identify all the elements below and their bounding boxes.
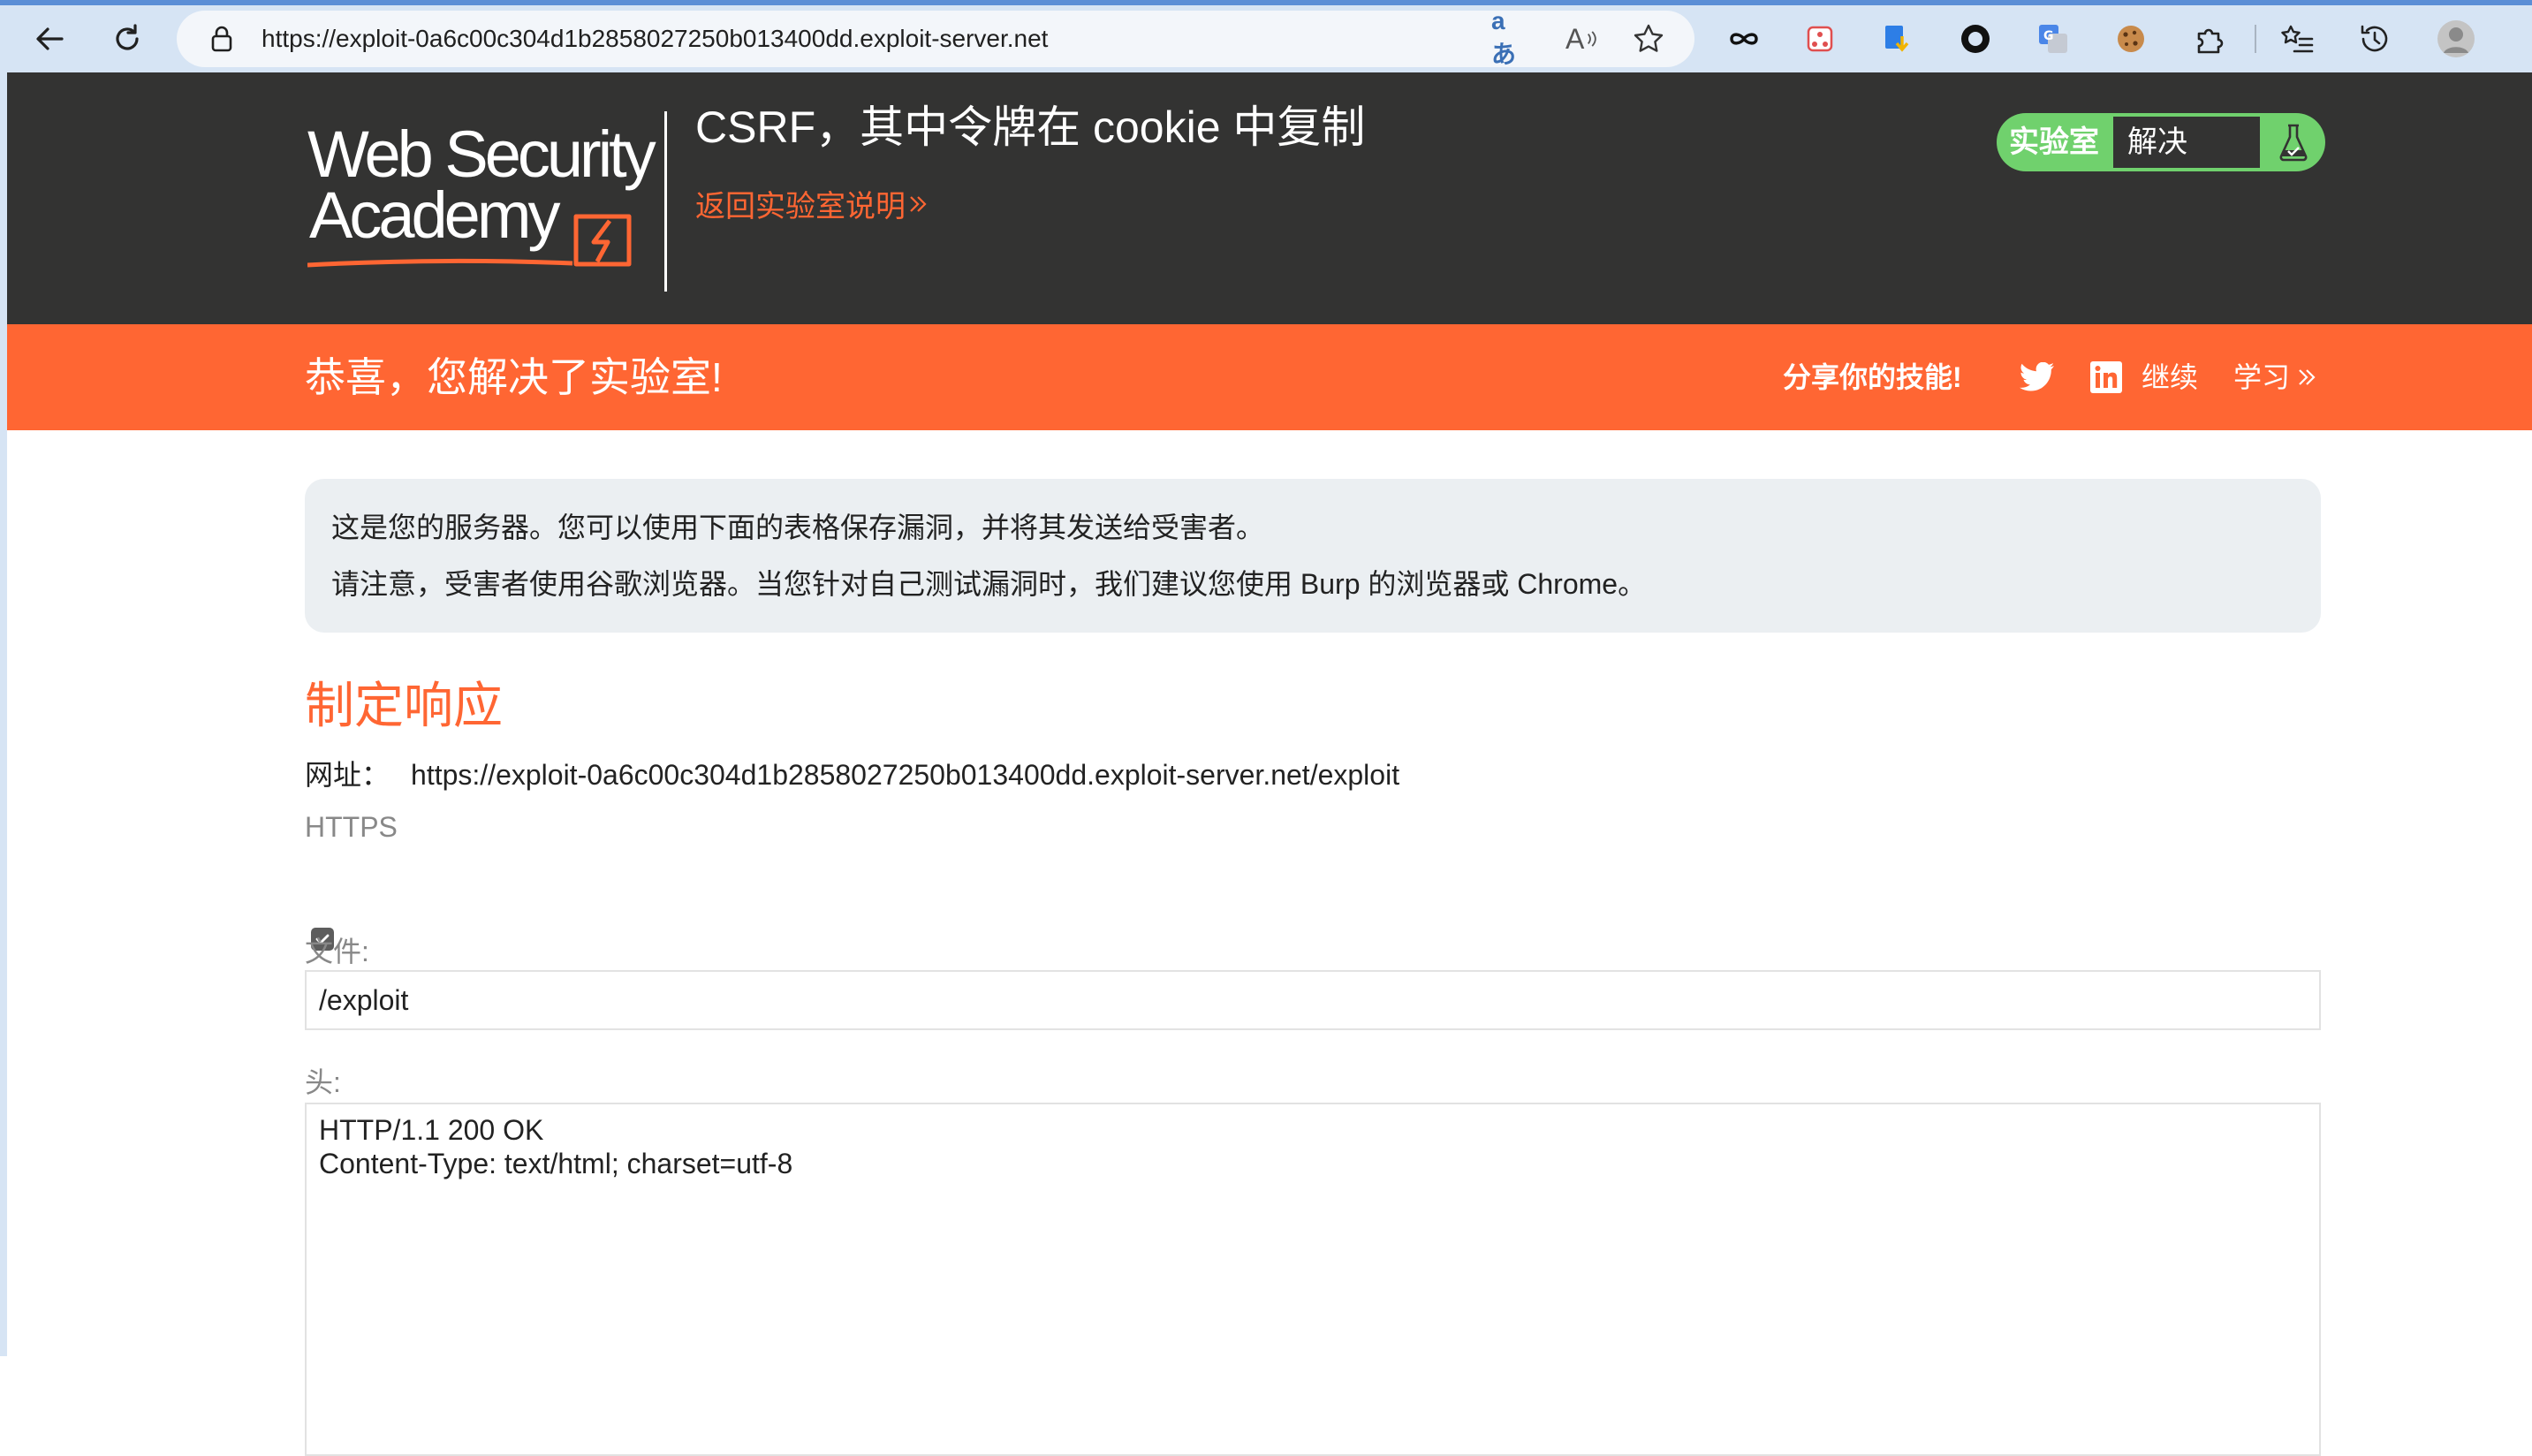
history-icon[interactable] xyxy=(2355,19,2394,58)
extensions-puzzle-icon[interactable] xyxy=(2189,19,2228,58)
cookie-editor-icon[interactable] xyxy=(2111,19,2150,58)
translate-icon[interactable]: aあ xyxy=(1491,7,1523,68)
linkedin-icon[interactable] xyxy=(2089,360,2124,395)
server-info-box: 这是您的服务器。您可以使用下面的表格保存漏洞，并将其发送给受害者。 请注意，受害… xyxy=(305,479,2321,633)
browser-toolbar: https://exploit-0a6c00c304d1b2858027250b… xyxy=(0,0,2532,78)
file-path-input[interactable]: /exploit xyxy=(305,970,2321,1030)
lab-status-badge: 实验室 解决 xyxy=(1997,113,2325,171)
address-url[interactable]: https://exploit-0a6c00c304d1b2858027250b… xyxy=(262,11,1048,67)
site-info-icon[interactable] xyxy=(208,25,235,57)
lab-status-label: 实验室 xyxy=(2009,125,2099,159)
web-security-academy-logo[interactable]: Web Security Academy xyxy=(307,108,670,311)
lab-title: CSRF，其中令牌在 cookie 中复制 xyxy=(695,102,1366,152)
page-viewport: Web Security Academy CSRF，其中令牌在 cookie 中… xyxy=(7,72,2532,1456)
flask-icon xyxy=(2265,113,2322,171)
infinity-extension-icon[interactable] xyxy=(1725,19,1763,58)
address-bar[interactable]: https://exploit-0a6c00c304d1b2858027250b… xyxy=(177,7,1694,68)
info-line-1: 这是您的服务器。您可以使用下面的表格保存漏洞，并将其发送给受害者。 xyxy=(331,512,1265,543)
lab-header: Web Security Academy CSRF，其中令牌在 cookie 中… xyxy=(7,72,2532,324)
sound-wave-icon xyxy=(1588,31,1597,47)
record-extension-icon[interactable] xyxy=(1956,19,1995,58)
window-accent-line xyxy=(0,0,2532,5)
congratulations-banner: 恭喜，您解决了实验室! 分享你的技能! 继续 学习 xyxy=(7,324,2532,430)
toolbar-separator xyxy=(2255,25,2256,53)
refresh-icon xyxy=(116,24,139,50)
double-chevron-right-icon xyxy=(910,195,927,212)
craft-response-heading: 制定响应 xyxy=(305,678,503,733)
logo-text-line2: Academy xyxy=(309,178,560,252)
twitter-icon[interactable] xyxy=(2020,360,2055,395)
continue-link[interactable]: 继续 xyxy=(2142,324,2198,430)
lab-status-value: 解决 xyxy=(2113,117,2260,168)
org-chart-extension-icon[interactable] xyxy=(1800,19,1839,58)
info-line-2: 请注意，受害者使用谷歌浏览器。当您针对自己测试漏洞时，我们建议您使用 Burp … xyxy=(331,568,1647,600)
favorites-list-icon[interactable] xyxy=(2278,19,2316,58)
back-to-lab-description-link[interactable]: 返回实验室说明 xyxy=(695,182,930,225)
response-head-textarea[interactable]: HTTP/1.1 200 OK Content-Type: text/html;… xyxy=(305,1103,2321,1456)
read-aloud-icon[interactable]: A xyxy=(1565,23,1597,55)
learn-link-label: 学习 xyxy=(2233,361,2291,393)
arrow-left-icon xyxy=(36,27,64,50)
learn-link[interactable]: 学习 xyxy=(2233,324,2320,430)
google-translate-icon[interactable]: G xyxy=(2034,19,2073,58)
share-skills-label: 分享你的技能! xyxy=(1783,361,1962,393)
read-aloud-glyph: A xyxy=(1565,22,1585,55)
congratulations-message: 恭喜，您解决了实验室! xyxy=(305,354,723,400)
back-button[interactable] xyxy=(23,12,76,65)
back-link-label: 返回实验室说明 xyxy=(695,190,906,224)
download-helper-icon[interactable] xyxy=(1878,19,1917,58)
svg-text:G: G xyxy=(2043,29,2054,43)
double-chevron-right-icon xyxy=(2299,369,2316,385)
head-label: 头: xyxy=(305,1066,341,1098)
refresh-button[interactable] xyxy=(101,12,154,65)
exploit-url-value: https://exploit-0a6c00c304d1b2858027250b… xyxy=(411,759,1400,791)
logo-divider xyxy=(664,111,667,292)
exploit-url-row: 网址： https://exploit-0a6c00c304d1b28580272… xyxy=(305,753,1399,793)
profile-avatar-icon[interactable] xyxy=(2437,19,2475,58)
window-left-edge xyxy=(0,72,7,1356)
file-label: 文件: xyxy=(305,936,369,967)
https-label: HTTPS xyxy=(305,811,398,843)
url-label: 网址： xyxy=(305,759,390,791)
favorite-star-icon[interactable] xyxy=(1633,23,1664,55)
